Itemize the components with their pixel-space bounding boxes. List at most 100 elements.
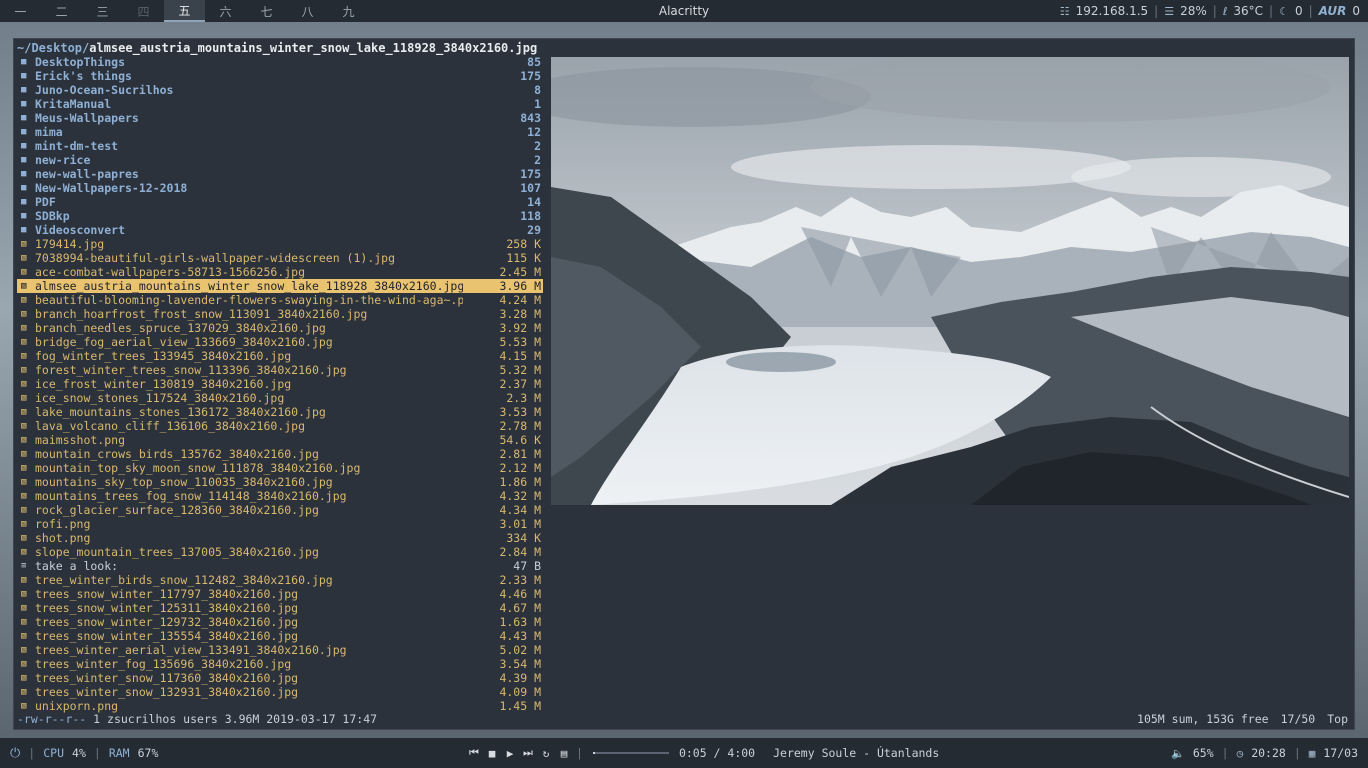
directory-row[interactable]: ■ new-wall-papres 175 [17, 167, 543, 181]
file-row[interactable]: ▧ trees_winter_fog_135696_3840x2160.jpg 3.… [17, 657, 543, 671]
directory-row[interactable]: ■ new-rice 2 [17, 153, 543, 167]
file-row[interactable]: ▧ trees_snow_winter_129732_3840x2160.jpg 1… [17, 615, 543, 629]
image-file-icon: ▧ [21, 603, 27, 613]
workspace-6[interactable]: 六 [205, 0, 246, 22]
file-row[interactable]: ▧ tree_winter_birds_snow_112482_3840x2160… [17, 573, 543, 587]
file-size: 2.84 M [499, 545, 541, 559]
file-size: 3.54 M [499, 657, 541, 671]
cpu-label: CPU [43, 746, 65, 760]
file-row[interactable]: ▧ mountains_trees_fog_snow_114148_3840x21… [17, 489, 543, 503]
image-file-icon: ▧ [21, 449, 27, 459]
folder-icon: ■ [21, 57, 27, 67]
previous-track-icon[interactable]: ⏮ [468, 746, 480, 760]
file-row[interactable]: ▧ slope_mountain_trees_137005_3840x2160.j… [17, 545, 543, 559]
directory-row[interactable]: ■ SDBkp 118 [17, 209, 543, 223]
file-size: 4.34 M [499, 503, 541, 517]
file-row[interactable]: ▧ trees_winter_snow_132931_3840x2160.jpg 4… [17, 685, 543, 699]
file-row[interactable]: ▧ 179414.jpg 258 K [17, 237, 543, 251]
file-row[interactable]: ▧ 7038994-beautiful-girls-wallpaper-wides… [17, 251, 543, 265]
power-icon[interactable]: ⏻ [10, 746, 20, 761]
directory-row[interactable]: ■ Juno-Ocean-Sucrilhos 8 [17, 83, 543, 97]
image-file-icon: ▧ [21, 407, 27, 417]
file-row[interactable]: ▧ fog_winter_trees_133945_3840x2160.jpg 4.… [17, 349, 543, 363]
directory-row[interactable]: ■ Meus-Wallpapers 843 [17, 111, 543, 125]
workspace-3[interactable]: 三 [82, 0, 123, 22]
file-row[interactable]: ▧ branch_needles_spruce_137029_3840x2160.… [17, 321, 543, 335]
workspace-7[interactable]: 七 [246, 0, 287, 22]
file-name: mountain_top_sky_moon_snow_111878_3840x2… [35, 461, 361, 475]
cpu-value: 4% [72, 746, 86, 760]
file-row[interactable]: ▧ ice_frost_winter_130819_3840x2160.jpg 2.… [17, 377, 543, 391]
shuffle-icon[interactable]: ▤ [558, 747, 570, 760]
image-file-icon: ▧ [21, 519, 27, 529]
file-row[interactable]: ▧ rock_glacier_surface_128360_3840x2160.j… [17, 503, 543, 517]
file-name: New-Wallpapers-12-2018 [35, 181, 188, 195]
file-permissions: -rw-r--r-- [17, 712, 87, 726]
image-preview [551, 57, 1349, 505]
file-row[interactable]: ▧ mountain_crows_birds_135762_3840x2160.j… [17, 447, 543, 461]
file-row[interactable]: ▧ shot.png 334 K [17, 531, 543, 545]
file-row[interactable]: ▧ trees_winter_aerial_view_133491_3840x21… [17, 643, 543, 657]
file-size: 4.43 M [499, 629, 541, 643]
file-row[interactable]: ▧ almsee_austria_mountains_winter_snow_la… [17, 279, 543, 293]
directory-row[interactable]: ■ PDF 14 [17, 195, 543, 209]
file-row[interactable]: ▧ lake_mountains_stones_136172_3840x2160.… [17, 405, 543, 419]
directory-row[interactable]: ■ mint-dm-test 2 [17, 139, 543, 153]
file-row[interactable]: ▧ trees_snow_winter_135554_3840x2160.jpg 4… [17, 629, 543, 643]
play-icon[interactable]: ▶ [504, 747, 516, 760]
file-name: 7038994-beautiful-girls-wallpaper-widesc… [35, 251, 396, 265]
workspace-1[interactable]: 一 [0, 0, 41, 22]
file-size: 258 K [506, 237, 541, 251]
file-row[interactable]: ▧ beautiful-blooming-lavender-flowers-swa… [17, 293, 543, 307]
directory-row[interactable]: ■ Videosconvert 29 [17, 223, 543, 237]
file-size: 175 [520, 69, 541, 83]
directory-row[interactable]: ■ New-Wallpapers-12-2018 107 [17, 181, 543, 195]
file-size: 4.46 M [499, 587, 541, 601]
image-file-icon: ▧ [21, 351, 27, 361]
file-row[interactable]: ≡ take a look: 47 B [17, 559, 543, 573]
file-row[interactable]: ▧ trees_winter_snow_117360_3840x2160.jpg 4… [17, 671, 543, 685]
file-row[interactable]: ▧ mountains_sky_top_snow_110035_3840x2160… [17, 475, 543, 489]
file-name: ice_snow_stones_117524_3840x2160.jpg [35, 391, 285, 405]
file-name: KritaManual [35, 97, 112, 111]
separator: | [576, 746, 583, 760]
file-name: Erick's things [35, 69, 132, 83]
workspace-2[interactable]: 二 [41, 0, 82, 22]
file-name: tree_winter_birds_snow_112482_3840x2160.… [35, 573, 333, 587]
terminal-window[interactable]: ~/Desktop/almsee_austria_mountains_winte… [13, 38, 1355, 730]
image-file-icon: ▧ [21, 547, 27, 557]
file-name: Juno-Ocean-Sucrilhos [35, 83, 174, 97]
ip-address: 192.168.1.5 [1075, 4, 1149, 18]
file-row[interactable]: ▧ lava_volcano_cliff_136106_3840x2160.jpg… [17, 419, 543, 433]
image-file-icon: ▧ [21, 491, 27, 501]
file-name: branch_hoarfrost_frost_snow_113091_3840x… [35, 307, 368, 321]
file-row[interactable]: ▧ trees_snow_winter_117797_3840x2160.jpg 4… [17, 587, 543, 601]
directory-row[interactable]: ■ DesktopThings 85 [17, 55, 543, 69]
file-row[interactable]: ▧ ace-combat-wallpapers-58713-1566256.jpg… [17, 265, 543, 279]
directory-row[interactable]: ■ mima 12 [17, 125, 543, 139]
workspace-9[interactable]: 九 [328, 0, 369, 22]
directory-row[interactable]: ■ KritaManual 1 [17, 97, 543, 111]
workspace-5[interactable]: 五 [164, 0, 205, 22]
system-stats: ⏻ | CPU 4% | RAM 67% [10, 746, 158, 761]
file-size: 8 [534, 83, 541, 97]
next-track-icon[interactable]: ⏭ [522, 746, 534, 760]
status-right: 🔈 65% | ◷ 20:28 | ▦ 17/03 [1171, 746, 1358, 760]
workspace-8[interactable]: 八 [287, 0, 328, 22]
stop-icon[interactable]: ■ [486, 747, 498, 760]
workspace-4[interactable]: 四 [123, 0, 164, 22]
track-progress[interactable] [592, 752, 669, 754]
image-file-icon: ▧ [21, 687, 27, 697]
file-row[interactable]: ▧ mountain_top_sky_moon_snow_111878_3840x… [17, 461, 543, 475]
file-row[interactable]: ▧ branch_hoarfrost_frost_snow_113091_3840… [17, 307, 543, 321]
directory-row[interactable]: ■ Erick's things 175 [17, 69, 543, 83]
file-row[interactable]: ▧ trees_snow_winter_125311_3840x2160.jpg 4… [17, 601, 543, 615]
file-row[interactable]: ▧ bridge_fog_aerial_view_133669_3840x2160… [17, 335, 543, 349]
file-row[interactable]: ▧ forest_winter_trees_snow_113396_3840x21… [17, 363, 543, 377]
file-row[interactable]: ▧ maimsshot.png 54.6 K [17, 433, 543, 447]
file-row[interactable]: ▧ rofi.png 3.01 M [17, 517, 543, 531]
file-row[interactable]: ▧ ice_snow_stones_117524_3840x2160.jpg 2.3… [17, 391, 543, 405]
volume-icon[interactable]: 🔈 [1171, 747, 1185, 760]
repeat-icon[interactable]: ↻ [540, 747, 552, 760]
file-row[interactable]: ▧ unixporn.png 1.45 M [17, 699, 543, 713]
